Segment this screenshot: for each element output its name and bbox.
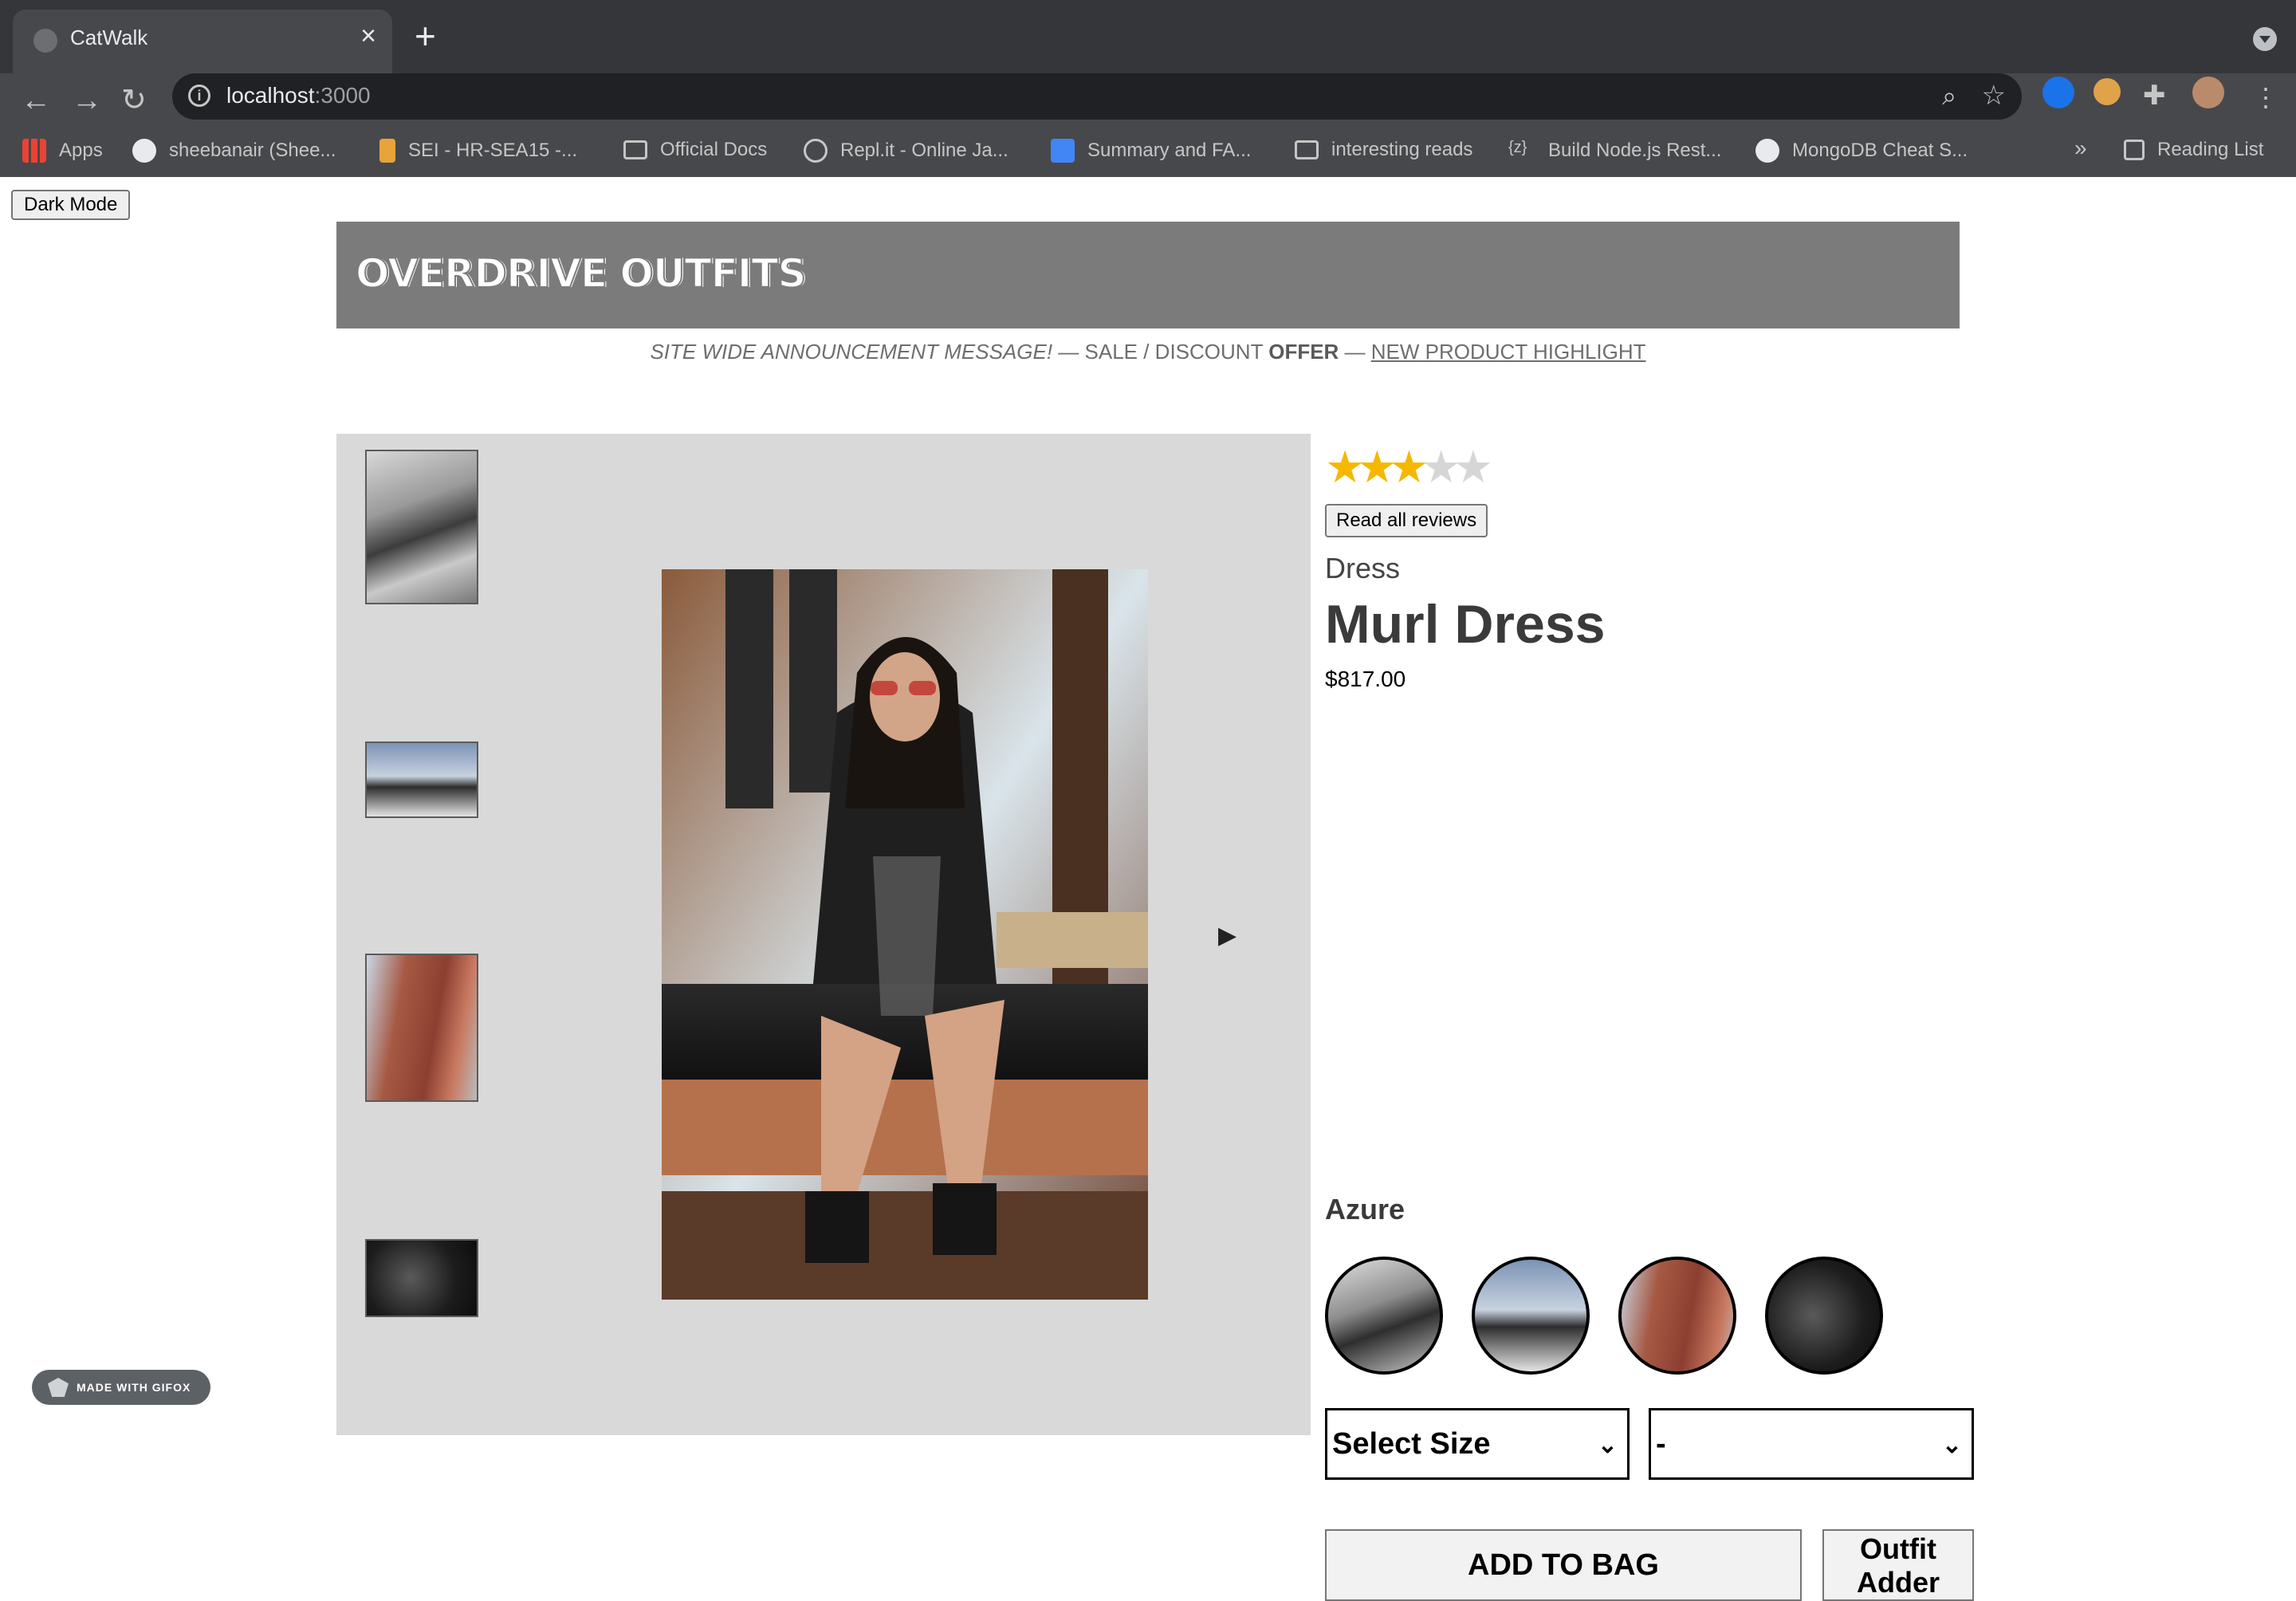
outfit-adder-button[interactable]: Outfit Adder: [1822, 1529, 1974, 1601]
bookmarks-overflow-button[interactable]: »: [2074, 136, 2087, 161]
product-name: Murl Dress: [1325, 594, 1606, 655]
apps-grid-icon: [22, 139, 46, 163]
doc-icon: [1051, 139, 1075, 163]
url-text[interactable]: localhost:3000: [226, 83, 371, 108]
address-bar[interactable]: i localhost:3000 ⌕ ☆: [172, 73, 2022, 120]
forward-arrow-icon[interactable]: →: [72, 83, 102, 118]
site-header: OVERDRIVE OUTFITS: [336, 222, 1960, 328]
announcement-sale: — SALE / DISCOUNT: [1052, 340, 1269, 364]
bookmark-label: Repl.it - Online Ja...: [840, 140, 1008, 161]
bookmark-label: interesting reads: [1331, 139, 1473, 160]
chevron-down-icon: ⌄: [1941, 1432, 1962, 1458]
bookmarks-bar: Apps sheebanair (Shee... SEI - HR-SEA15 …: [0, 128, 2296, 177]
braces-icon: {z}: [1508, 139, 1527, 156]
avatar[interactable]: [2192, 77, 2224, 108]
main-product-image[interactable]: [662, 569, 1148, 1300]
announcement-bar: SITE WIDE ANNOUNCEMENT MESSAGE! — SALE /…: [0, 340, 2296, 364]
github-icon: [132, 139, 156, 163]
brand-logo[interactable]: OVERDRIVE OUTFITS: [355, 250, 807, 297]
bookmark-folder[interactable]: Official Docs: [623, 139, 767, 161]
product-category: Dress: [1325, 552, 1401, 584]
browser-tab[interactable]: CatWalk ×: [13, 10, 392, 73]
tab-title: CatWalk: [70, 26, 148, 49]
bookmark-label: Summary and FA...: [1087, 140, 1252, 161]
image-gallery: ▶: [336, 434, 1311, 1435]
bookmark-label: MongoDB Cheat S...: [1792, 140, 1968, 161]
style-swatch[interactable]: [1472, 1257, 1590, 1375]
replit-icon: [804, 139, 828, 163]
gallery-thumbnail[interactable]: [365, 450, 478, 604]
bookmark-item[interactable]: MongoDB Cheat S...: [1755, 139, 1968, 163]
bookmark-item[interactable]: {z} Build Node.js Rest...: [1508, 139, 1721, 163]
bookmark-label: Official Docs: [660, 139, 768, 160]
tab-search-icon[interactable]: [2253, 27, 2277, 51]
bookmark-item[interactable]: SEI - HR-SEA15 -...: [379, 139, 577, 163]
product-price: $817.00: [1325, 667, 1406, 691]
style-swatch[interactable]: [1765, 1257, 1883, 1375]
reading-list-button[interactable]: Reading List: [2124, 139, 2263, 161]
bookmark-star-icon[interactable]: ☆: [1982, 80, 2006, 112]
reload-icon[interactable]: ↻: [121, 83, 147, 118]
main-product-photo: [662, 569, 1148, 1300]
extension-icon[interactable]: [2094, 78, 2121, 105]
dark-mode-button[interactable]: Dark Mode: [11, 190, 131, 220]
star-empty-icon: ★: [1453, 442, 1494, 492]
announcement-offer: OFFER: [1268, 340, 1339, 364]
add-to-bag-button[interactable]: ADD TO BAG: [1325, 1529, 1802, 1601]
hand-icon: [379, 139, 395, 163]
bookmark-apps[interactable]: Apps: [22, 139, 103, 163]
bookmark-item[interactable]: Summary and FA...: [1051, 139, 1251, 163]
read-all-reviews-button[interactable]: Read all reviews: [1325, 504, 1488, 537]
bookmark-item[interactable]: sheebanair (Shee...: [132, 139, 336, 163]
close-tab-icon[interactable]: ×: [360, 22, 376, 49]
gallery-thumbnail[interactable]: [365, 954, 478, 1102]
bookmark-label: SEI - HR-SEA15 -...: [408, 140, 578, 161]
back-arrow-icon[interactable]: ←: [21, 83, 51, 118]
gallery-thumbnail[interactable]: [365, 1239, 478, 1317]
browser-toolbar: ← → ↻ i localhost:3000 ⌕ ☆ ✚ ⋮ Apps shee…: [0, 73, 2296, 190]
fox-icon: [48, 1378, 69, 1397]
site-info-icon[interactable]: i: [188, 85, 210, 107]
size-select-value: Select Size: [1332, 1426, 1491, 1461]
github-icon: [1755, 139, 1779, 163]
reading-list-icon: [2124, 140, 2145, 160]
bookmark-folder[interactable]: interesting reads: [1295, 139, 1472, 161]
globe-icon: [33, 29, 57, 53]
extension-icon[interactable]: [2042, 77, 2074, 108]
gifox-watermark: MADE WITH GIFOX: [32, 1370, 210, 1405]
style-swatch[interactable]: [1325, 1257, 1443, 1375]
announcement-message: SITE WIDE ANNOUNCEMENT MESSAGE!: [650, 340, 1053, 364]
new-product-link[interactable]: NEW PRODUCT HIGHLIGHT: [1371, 340, 1646, 364]
puzzle-icon[interactable]: ✚: [2143, 78, 2166, 113]
bookmark-label: Apps: [59, 140, 103, 161]
kebab-menu-icon[interactable]: ⋮: [2253, 80, 2278, 115]
next-image-arrow[interactable]: ▶: [1218, 922, 1236, 950]
folder-icon: [1295, 140, 1319, 159]
watermark-text: MADE WITH GIFOX: [77, 1381, 191, 1394]
outfit-adder-label: Outfit: [1860, 1532, 1936, 1565]
browser-tab-strip: CatWalk × +: [0, 0, 2296, 73]
reading-list-label: Reading List: [2157, 139, 2264, 160]
new-tab-button[interactable]: +: [415, 18, 436, 54]
star-rating: ★ ★ ★ ★ ★: [1325, 445, 1493, 490]
style-swatch[interactable]: [1618, 1257, 1736, 1375]
selected-style-name: Azure: [1325, 1193, 1406, 1225]
bookmark-label: Build Node.js Rest...: [1548, 140, 1722, 161]
chevron-down-icon: ⌄: [1597, 1432, 1618, 1458]
outfit-adder-label: Adder: [1856, 1566, 1940, 1599]
quantity-select-value: -: [1656, 1426, 1666, 1461]
quantity-select[interactable]: - ⌄: [1649, 1408, 1974, 1480]
bookmark-item[interactable]: Repl.it - Online Ja...: [804, 139, 1008, 163]
folder-icon: [623, 140, 647, 159]
gallery-thumbnail[interactable]: [365, 741, 478, 818]
bookmark-label: sheebanair (Shee...: [169, 140, 336, 161]
announcement-separator: —: [1339, 340, 1371, 364]
page-content: Dark Mode OVERDRIVE OUTFITS SITE WIDE AN…: [0, 177, 2296, 1601]
zoom-icon[interactable]: ⌕: [1942, 81, 1956, 112]
size-select[interactable]: Select Size ⌄: [1325, 1408, 1630, 1480]
